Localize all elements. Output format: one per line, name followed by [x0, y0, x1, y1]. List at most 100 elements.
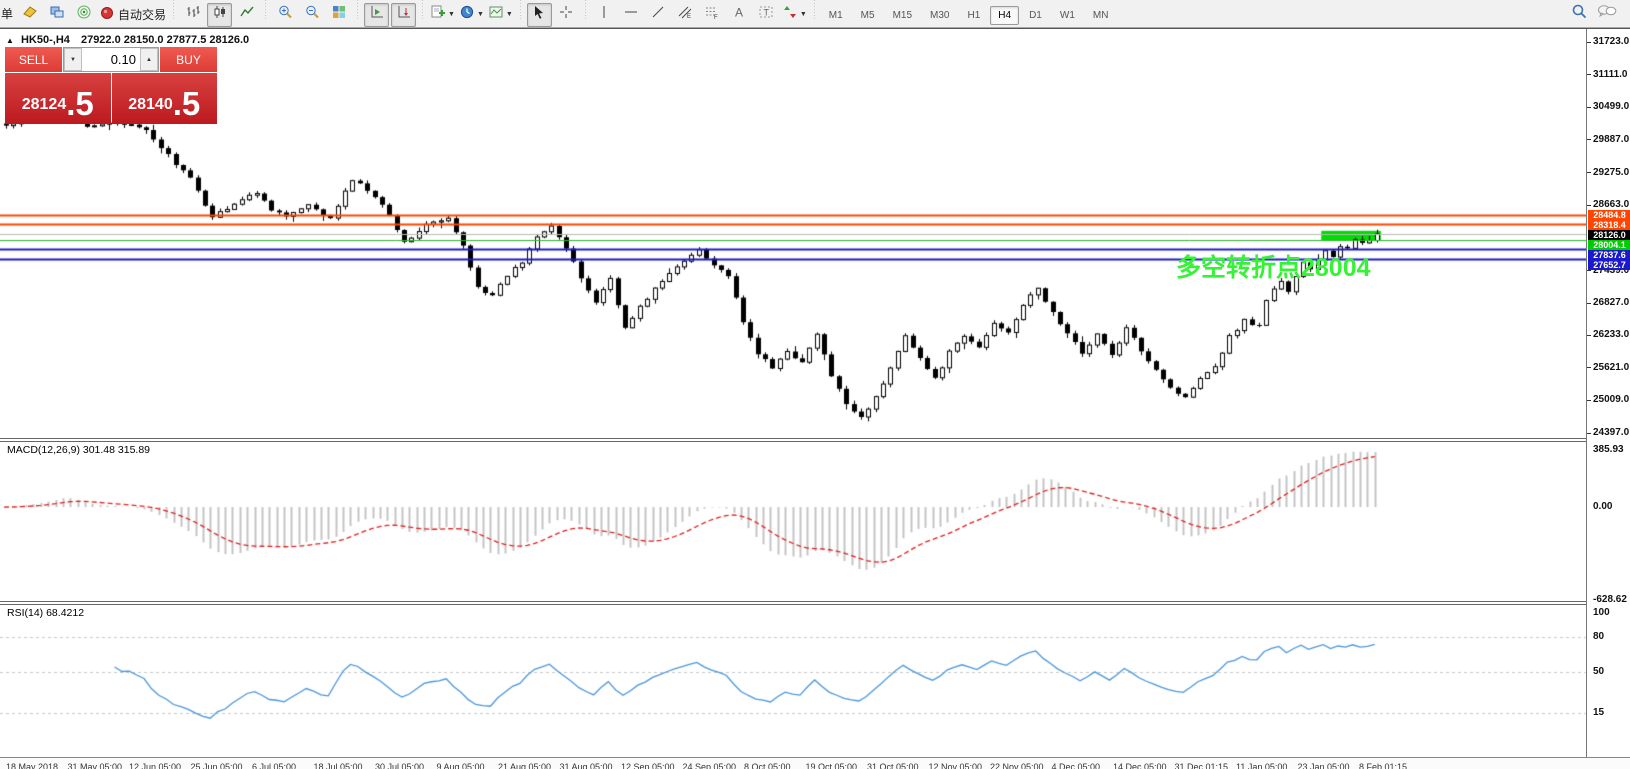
toolbar: 单 自动交易▼▼▼EFAT▼ M1M5M15M30H1H4D1W1MN	[0, 0, 1630, 28]
search-button[interactable]	[1567, 2, 1592, 26]
sell-button[interactable]: SELL	[5, 47, 62, 72]
arrows-button[interactable]: ▼	[781, 3, 808, 27]
chart-window: ▲ HK50-,H4 27922.0 28150.0 27877.5 28126…	[0, 28, 1630, 769]
autotrade-button[interactable]: 自动交易	[98, 3, 167, 27]
timeframe-m30[interactable]: M30	[922, 6, 957, 25]
toolbar-separator	[518, 0, 523, 20]
chart-title[interactable]: ▲ HK50-,H4 27922.0 28150.0 27877.5 28126…	[6, 34, 249, 46]
volume-value[interactable]: 0.10	[82, 48, 140, 71]
chevron-down-icon[interactable]: ▼	[448, 11, 455, 18]
panel-splitter-macd[interactable]	[0, 438, 1630, 442]
buy-price-button[interactable]: 28140 .5	[112, 73, 218, 124]
new-chart-button[interactable]: ▼	[429, 3, 456, 27]
signal-button[interactable]	[71, 3, 96, 27]
macd-canvas[interactable]	[0, 442, 1586, 601]
axis-tickmark	[1587, 42, 1591, 43]
vline-icon	[596, 4, 612, 25]
timeframe-m15[interactable]: M15	[885, 6, 920, 25]
axis-tickmark	[1587, 139, 1591, 140]
candle-chart-button[interactable]	[207, 3, 232, 27]
price-line-label: 27837.6	[1588, 250, 1630, 260]
toolbar-separator	[171, 0, 176, 20]
timeframe-w1[interactable]: W1	[1052, 6, 1083, 25]
text-label-button[interactable]: T	[754, 3, 779, 27]
time-axis-label: 31 May 05:00	[68, 762, 123, 769]
panel-splitter-rsi[interactable]	[0, 601, 1630, 605]
channel-button[interactable]: E	[673, 3, 698, 27]
mt4-terminal: 单 自动交易▼▼▼EFAT▼ M1M5M15M30H1H4D1W1MN ▲ HK…	[0, 0, 1630, 769]
time-axis-label: 14 Dec 05:00	[1113, 762, 1167, 769]
text-button[interactable]: A	[727, 3, 752, 27]
buy-button[interactable]: BUY	[160, 47, 217, 72]
tiles-icon	[331, 4, 347, 25]
cursor-button[interactable]	[527, 3, 552, 27]
bar-chart-button[interactable]	[180, 3, 205, 27]
volume-decrease-button[interactable]: ▼	[64, 48, 82, 71]
rsi-canvas[interactable]	[0, 605, 1586, 729]
chat-button[interactable]	[1594, 2, 1619, 26]
rsi-scale-label: 100	[1593, 607, 1610, 618]
volume-increase-button[interactable]: ▲	[140, 48, 158, 71]
zoom-in-button[interactable]	[272, 3, 297, 27]
time-axis-label: 31 Aug 05:00	[560, 762, 613, 769]
time-axis-label: 12 Sep 05:00	[621, 762, 675, 769]
trendline-button[interactable]	[646, 3, 671, 27]
zoom-out-icon	[304, 4, 320, 25]
svg-text:T: T	[764, 8, 770, 18]
cursor-icon	[531, 4, 547, 25]
axis-tickmark	[1587, 270, 1591, 271]
sell-price-fraction: .5	[66, 87, 94, 120]
channel-icon: E	[677, 4, 693, 25]
rsi-scale-label: 80	[1593, 631, 1604, 642]
chart-window-button[interactable]	[44, 3, 69, 27]
new-order-button[interactable]	[17, 3, 42, 27]
macd-label: MACD(12,26,9) 301.48 315.89	[7, 444, 150, 456]
chevron-down-icon[interactable]: ▼	[506, 11, 513, 18]
axis-tickmark	[1587, 303, 1591, 304]
candles-icon	[212, 4, 228, 25]
fibonacci-button[interactable]: F	[700, 3, 725, 27]
hline-button[interactable]	[619, 3, 644, 27]
macd-scale-label: 385.93	[1593, 444, 1624, 455]
price-axis-tick: 24397.0	[1593, 427, 1629, 438]
crosshair-button[interactable]	[554, 3, 579, 27]
autotrade-icon	[99, 4, 115, 25]
price-axis[interactable]: 31723.031111.030499.029887.029275.028663…	[1586, 29, 1630, 769]
timeframe-h1[interactable]: H1	[959, 6, 988, 25]
time-axis[interactable]: 18 May 201831 May 05:0012 Jun 05:0025 Ju…	[0, 757, 1630, 769]
timeframe-h4[interactable]: H4	[990, 6, 1019, 25]
timeframe-mn[interactable]: MN	[1085, 6, 1117, 25]
auto-scroll-button[interactable]	[391, 3, 416, 27]
price-axis-tick: 26827.0	[1593, 297, 1629, 308]
time-axis-label: 18 Jul 05:00	[314, 762, 363, 769]
chevron-down-icon[interactable]: ▼	[477, 11, 484, 18]
toolbar-separator	[420, 0, 425, 20]
collapse-triangle-icon[interactable]: ▲	[6, 36, 14, 45]
vline-button[interactable]	[592, 3, 617, 27]
order-icon	[22, 4, 38, 25]
svg-text:E: E	[687, 14, 691, 20]
price-axis-tick: 31723.0	[1593, 36, 1629, 47]
time-axis-label: 30 Jul 05:00	[375, 762, 424, 769]
ohlc-values: 27922.0 28150.0 27877.5 28126.0	[81, 34, 249, 46]
timeframe-d1[interactable]: D1	[1021, 6, 1050, 25]
price-axis-tick: 31111.0	[1593, 69, 1628, 80]
periods-button[interactable]: ▼	[458, 3, 485, 27]
price-axis-tick: 25009.0	[1593, 394, 1629, 405]
indicators-button[interactable]: ▼	[487, 3, 514, 27]
price-chart-canvas[interactable]	[0, 30, 1586, 439]
tile-windows-button[interactable]	[326, 3, 351, 27]
timeframe-m1[interactable]: M1	[821, 6, 851, 25]
line-chart-button[interactable]	[234, 3, 259, 27]
sell-price-button[interactable]: 28124 .5	[5, 73, 111, 124]
chevron-down-icon[interactable]: ▼	[800, 11, 807, 18]
svg-text:F: F	[714, 15, 718, 20]
time-axis-label: 4 Dec 05:00	[1052, 762, 1101, 769]
time-axis-label: 31 Dec 01:15	[1175, 762, 1229, 769]
chart-shift-button[interactable]	[364, 3, 389, 27]
timeframe-m5[interactable]: M5	[853, 6, 883, 25]
price-line-label: 28004.1	[1588, 240, 1630, 250]
zoom-out-button[interactable]	[299, 3, 324, 27]
price-axis-tick: 28663.0	[1593, 199, 1629, 210]
time-axis-label: 24 Sep 05:00	[683, 762, 737, 769]
